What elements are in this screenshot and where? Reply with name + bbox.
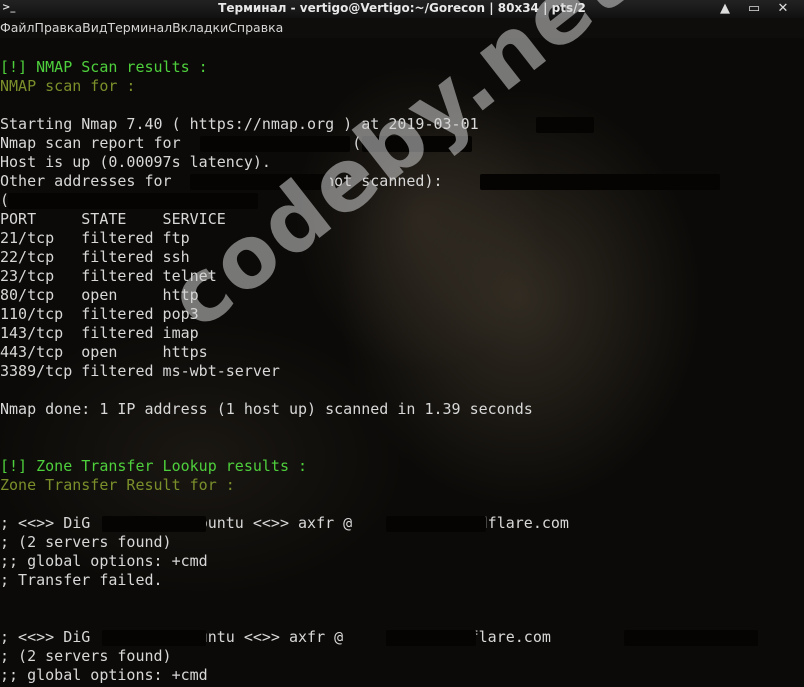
menu-view[interactable]: Вид xyxy=(82,18,107,38)
redaction-block xyxy=(536,117,594,133)
terminal-line: PORT STATE SERVICE xyxy=(0,210,226,228)
menu-bar: ФайлПравкаВидТерминалВкладкиСправка xyxy=(0,18,804,38)
redaction-block xyxy=(386,516,486,532)
window-titlebar[interactable]: >_ Терминал - vertigo@Vertigo:~/Gorecon … xyxy=(0,0,804,18)
redaction-block xyxy=(102,630,206,646)
close-icon[interactable]: ✕ xyxy=(772,0,794,18)
terminal-line: Host is up (0.00097s latency). xyxy=(0,153,271,171)
menu-help[interactable]: Справка xyxy=(228,18,283,38)
terminal-line: ;; global options: +cmd xyxy=(0,666,208,684)
redaction-block xyxy=(102,516,206,532)
terminal-line: ; (2 servers found) xyxy=(0,647,172,665)
redaction-block xyxy=(624,630,758,646)
redaction-block xyxy=(8,193,258,209)
minimize-icon[interactable]: ▲ xyxy=(714,0,736,18)
maximize-icon[interactable]: ▭ xyxy=(743,0,765,18)
redaction-block xyxy=(480,174,720,190)
terminal-line: ; Transfer failed. xyxy=(0,571,163,589)
menu-tabs[interactable]: Вкладки xyxy=(172,18,228,38)
terminal-line: ;; global options: +cmd xyxy=(0,552,208,570)
redaction-block xyxy=(386,630,476,646)
menu-file[interactable]: Файл xyxy=(0,18,35,38)
terminal-line: 3389/tcp filtered ms-wbt-server xyxy=(0,362,280,380)
terminal-line: 443/tcp open https xyxy=(0,343,208,361)
window-title: Терминал - vertigo@Vertigo:~/Gorecon | 8… xyxy=(218,1,586,15)
terminal-line: [!] NMAP Scan results : xyxy=(0,58,208,76)
terminal-line: 21/tcp filtered ftp xyxy=(0,229,190,247)
terminal-line: NMAP scan for : xyxy=(0,77,136,95)
menu-terminal[interactable]: Терминал xyxy=(107,18,172,38)
terminal-line: ; (2 servers found) xyxy=(0,533,172,551)
terminal-line: Zone Transfer Result for : xyxy=(0,476,235,494)
terminal-line: [!] Zone Transfer Lookup results : xyxy=(0,457,308,475)
terminal-line: 110/tcp filtered pop3 xyxy=(0,305,199,323)
terminal-line: Nmap done: 1 IP address (1 host up) scan… xyxy=(0,400,533,418)
terminal-line: 143/tcp filtered imap xyxy=(0,324,199,342)
menu-edit[interactable]: Правка xyxy=(35,18,83,38)
